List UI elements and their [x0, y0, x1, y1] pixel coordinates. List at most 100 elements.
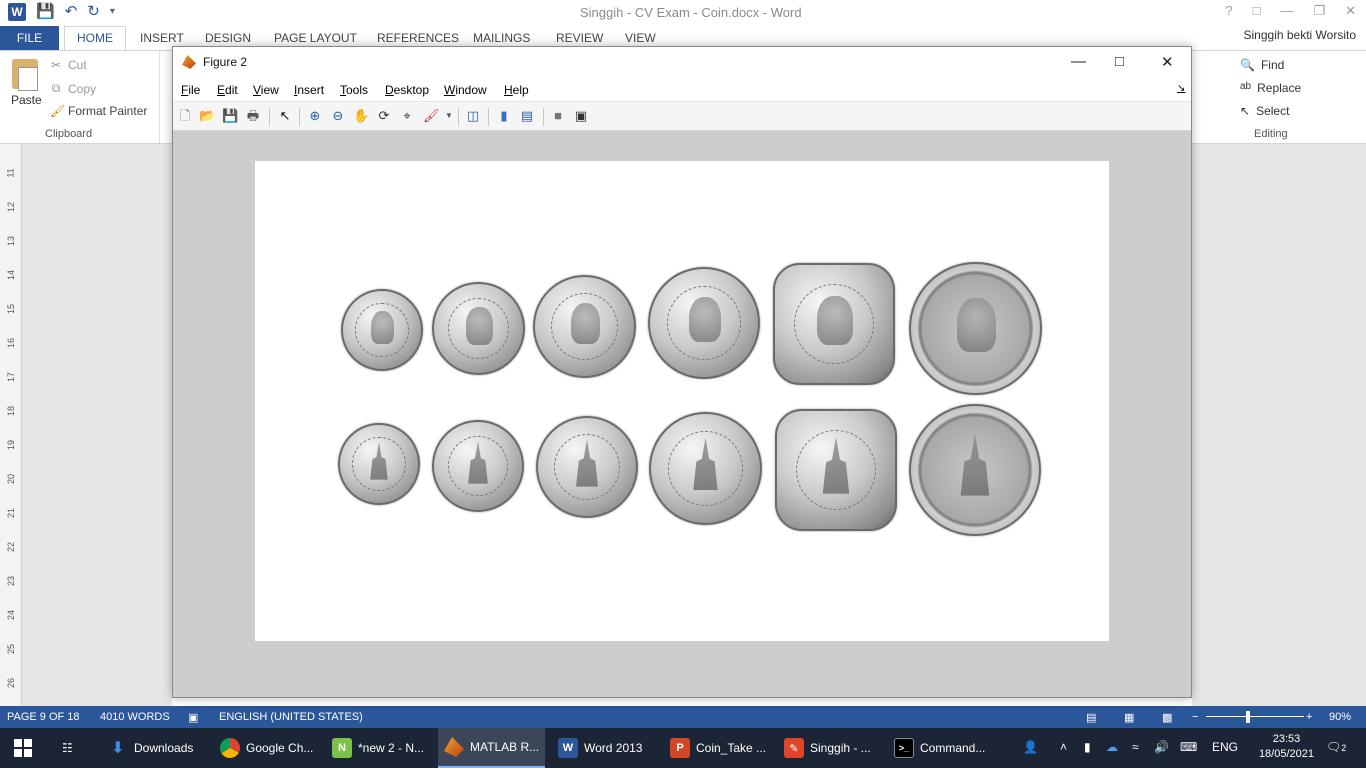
taskbar-item-downloads[interactable]: ⬇ Downloads	[102, 728, 199, 768]
replace-button[interactable]: ab Replace	[1240, 81, 1301, 95]
people-icon[interactable]: 👤	[1023, 740, 1038, 754]
word-title-bar: W 💾 ↶ ↻ ▾ Singgih - CV Exam - Coin.docx …	[0, 0, 1366, 26]
tab-view[interactable]: VIEW	[625, 31, 656, 45]
zoom-out-icon[interactable]: −	[1192, 711, 1198, 723]
data-cursor-icon[interactable]: ⌖	[399, 108, 415, 124]
wifi-icon[interactable]: ≈	[1132, 740, 1139, 754]
cut-button[interactable]: ✂ Cut	[50, 58, 87, 72]
taskbar-item-document[interactable]: ✎ Singgih - ...	[778, 728, 877, 768]
edit-plot-arrow-icon[interactable]: ↖	[277, 108, 293, 124]
zoom-level[interactable]: 90%	[1329, 711, 1351, 723]
close-icon[interactable]: ✕	[1345, 3, 1356, 19]
hide-plot-tools-icon[interactable]: ■	[550, 108, 566, 124]
brush-dropdown-icon[interactable]: ▼	[441, 108, 457, 124]
ruler-number: 19	[6, 439, 17, 451]
tab-file[interactable]: FILE	[0, 26, 59, 50]
task-view-icon[interactable]: ☷	[56, 728, 79, 768]
zoom-in-icon[interactable]: ⊕	[307, 108, 323, 124]
tab-references[interactable]: REFERENCES	[377, 31, 459, 45]
taskbar-item-word[interactable]: W Word 2013	[552, 728, 648, 768]
paste-icon[interactable]	[12, 59, 38, 91]
web-layout-icon[interactable]: ▩	[1162, 711, 1172, 724]
format-painter-label: Format Painter	[68, 104, 148, 118]
pan-hand-icon[interactable]: ✋	[353, 108, 369, 124]
tab-review[interactable]: REVIEW	[556, 31, 603, 45]
keyboard-icon[interactable]: ⌨	[1180, 740, 1197, 754]
save-icon[interactable]: 💾	[222, 108, 238, 124]
menu-tools[interactable]: Tools	[340, 83, 368, 97]
page-count[interactable]: PAGE 9 OF 18	[7, 711, 80, 723]
figure-minimize-icon[interactable]: —	[1071, 53, 1086, 70]
tab-home[interactable]: HOME	[64, 26, 126, 51]
select-button[interactable]: ↖ Select	[1240, 104, 1289, 118]
taskbar-item-notepad[interactable]: N *new 2 - N...	[326, 728, 430, 768]
image-axes[interactable]	[255, 161, 1109, 641]
menu-edit[interactable]: Edit	[217, 83, 238, 97]
clock-time: 23:53	[1272, 733, 1301, 745]
ruler-number: 25	[6, 643, 17, 655]
read-mode-icon[interactable]: ▤	[1086, 711, 1096, 724]
copy-button[interactable]: ⧉ Copy	[50, 81, 96, 96]
link-plot-icon[interactable]: ◫	[465, 108, 481, 124]
show-hidden-icons-icon[interactable]: ˄	[1060, 740, 1067, 754]
tab-page-layout[interactable]: PAGE LAYOUT	[274, 31, 357, 45]
redo-icon[interactable]: ↻	[87, 3, 100, 21]
battery-icon[interactable]: ▮	[1084, 740, 1091, 754]
format-painter-button[interactable]: 🖌 Format Painter	[50, 104, 147, 118]
taskbar-item-command-prompt[interactable]: >_ Command...	[888, 728, 991, 768]
taskbar-item-powerpoint[interactable]: P Coin_Take ...	[664, 728, 772, 768]
zoom-slider[interactable]	[1206, 716, 1304, 717]
menu-view[interactable]: View	[253, 83, 279, 97]
menu-help[interactable]: Help	[504, 83, 529, 97]
figure-maximize-icon[interactable]: □	[1115, 53, 1124, 70]
open-file-icon[interactable]: 📂	[199, 108, 215, 124]
language-indicator[interactable]: ENGLISH (UNITED STATES)	[219, 711, 363, 723]
figure-menu-bar: File Edit View Insert Tools Desktop Wind…	[173, 77, 1191, 101]
volume-icon[interactable]: 🔊	[1154, 740, 1169, 754]
taskbar-item-chrome[interactable]: Google Ch...	[214, 728, 319, 768]
editing-group: 🔍 Find ab Replace ↖ Select Editing	[1228, 51, 1366, 143]
scissors-icon: ✂	[50, 58, 62, 72]
tab-design[interactable]: DESIGN	[205, 31, 251, 45]
portrait-relief	[957, 297, 997, 352]
menu-file[interactable]: File	[181, 83, 200, 97]
print-layout-icon[interactable]: ▦	[1124, 711, 1134, 724]
figure-close-icon[interactable]: ✕	[1161, 53, 1174, 71]
start-button[interactable]	[14, 739, 32, 757]
user-account[interactable]: Singgih bekti Worsito	[1244, 28, 1357, 42]
colorbar-icon[interactable]: ▮	[496, 108, 512, 124]
notification-center-icon[interactable]: 🗨2	[1326, 740, 1346, 754]
legend-icon[interactable]: ▤	[519, 108, 535, 124]
customize-qat-icon[interactable]: ▾	[110, 3, 115, 21]
restore-icon[interactable]: ❐	[1313, 3, 1325, 19]
menu-insert[interactable]: Insert	[294, 83, 324, 97]
paste-button[interactable]: Paste	[11, 93, 42, 107]
menu-desktop[interactable]: Desktop	[385, 83, 429, 97]
find-button[interactable]: 🔍 Find	[1240, 58, 1284, 72]
onedrive-icon[interactable]: ☁	[1106, 740, 1118, 754]
help-icon[interactable]: ?	[1225, 3, 1232, 19]
zoom-out-icon[interactable]: ⊖	[330, 108, 346, 124]
dock-arrow-icon[interactable]: ↘	[1177, 83, 1185, 94]
tab-mailings[interactable]: MAILINGS	[473, 31, 530, 45]
save-icon[interactable]: 💾	[36, 3, 55, 21]
menu-window[interactable]: Window	[444, 83, 487, 97]
new-figure-icon[interactable]: 🗋	[177, 108, 193, 124]
taskbar-label: MATLAB R...	[470, 740, 540, 754]
undo-icon[interactable]: ↶	[65, 3, 78, 21]
input-language[interactable]: ENG	[1212, 740, 1238, 754]
proofing-icon[interactable]: ▣	[188, 711, 198, 724]
tab-insert[interactable]: INSERT	[140, 31, 184, 45]
taskbar-item-matlab[interactable]: MATLAB R...	[438, 728, 546, 768]
word-count[interactable]: 4010 WORDS	[100, 711, 170, 723]
zoom-slider-thumb[interactable]	[1246, 711, 1250, 723]
print-icon[interactable]: 🖶	[245, 108, 261, 124]
ribbon-display-icon[interactable]: □	[1253, 3, 1261, 19]
zoom-in-icon[interactable]: +	[1306, 711, 1312, 723]
system-clock[interactable]: 23:53 18/05/2021	[1259, 732, 1314, 762]
brush-icon[interactable]: 🖌	[423, 108, 440, 124]
show-plot-tools-icon[interactable]: ▣	[573, 108, 589, 124]
minimize-icon[interactable]: —	[1280, 3, 1293, 19]
copy-icon: ⧉	[51, 81, 61, 95]
rotate-3d-icon[interactable]: ⟳	[376, 108, 392, 124]
